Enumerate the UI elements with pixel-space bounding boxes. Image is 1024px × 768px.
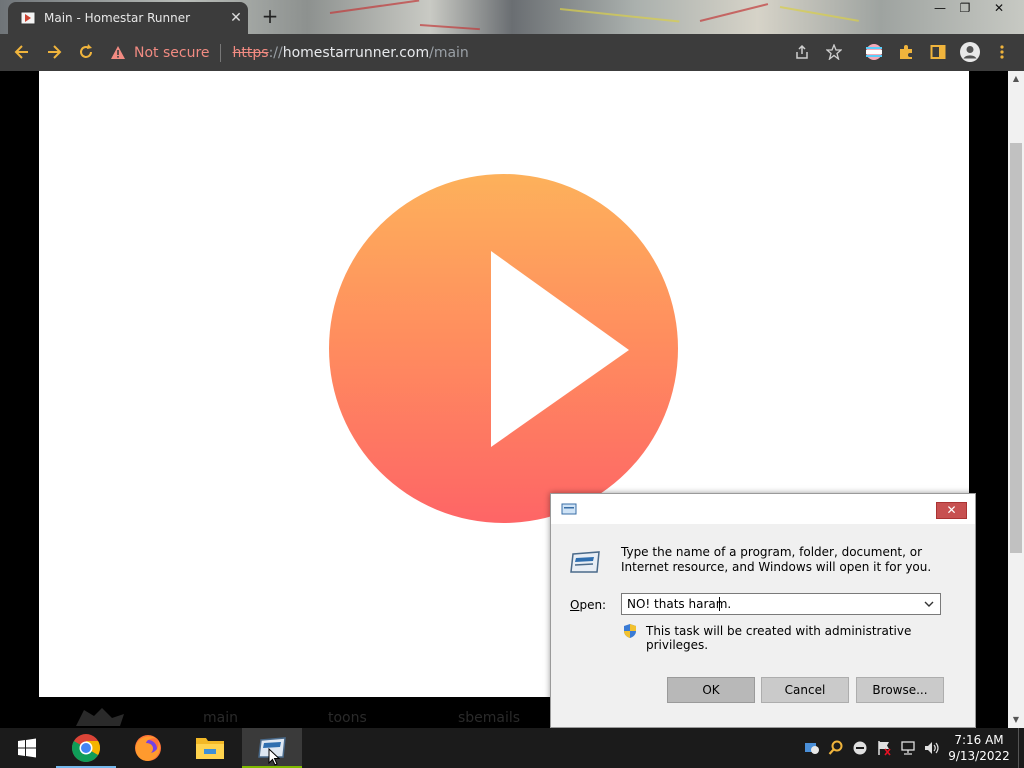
- browser-tab[interactable]: Main - Homestar Runner ✕: [8, 2, 248, 34]
- taskbar-file-explorer[interactable]: [180, 728, 240, 768]
- sidepanel-icon[interactable]: [926, 40, 950, 64]
- url-path: /main: [429, 44, 469, 61]
- url-protocol: https: [232, 44, 269, 61]
- tray-flag-icon[interactable]: [876, 740, 892, 756]
- open-label-rest: pen:: [579, 598, 607, 612]
- windows-logo-icon: [18, 738, 36, 758]
- tray-network-icon[interactable]: [900, 740, 916, 756]
- menu-icon[interactable]: [990, 40, 1014, 64]
- scroll-down-icon[interactable]: ▼: [1008, 712, 1024, 728]
- not-secure-label: Not secure: [134, 44, 210, 61]
- run-dialog-close-button[interactable]: ✕: [936, 502, 967, 519]
- tab-title: Main - Homestar Runner: [44, 11, 191, 25]
- firefox-icon: [135, 735, 161, 761]
- nav-main[interactable]: main: [203, 710, 238, 726]
- taskbar-firefox[interactable]: [118, 728, 178, 768]
- run-app-icon: [561, 503, 577, 515]
- taskbar-clock[interactable]: 7:16 AM 9/13/2022: [946, 732, 1012, 764]
- taskbar-run[interactable]: [242, 728, 302, 768]
- run-dialog: ✕ Type the name of a program, folder, do…: [550, 493, 976, 728]
- warning-icon: [111, 46, 125, 59]
- open-combobox[interactable]: [621, 593, 941, 615]
- omnibox-divider: [219, 43, 221, 62]
- reload-icon[interactable]: [74, 40, 98, 64]
- cancel-button[interactable]: Cancel: [761, 677, 849, 703]
- run-program-icon: [570, 551, 600, 573]
- admin-privileges-note: This task will be created with administr…: [646, 624, 912, 652]
- chrome-icon: [72, 734, 100, 762]
- browser-toolbar: Not secure https://homestarrunner.com/ma…: [0, 34, 1024, 71]
- restore-button[interactable]: ❐: [950, 0, 980, 18]
- account-icon[interactable]: [958, 40, 982, 64]
- text-caret: [719, 597, 720, 611]
- scroll-up-icon[interactable]: ▲: [1008, 71, 1024, 87]
- profile-flag-icon[interactable]: [862, 40, 886, 64]
- extensions-icon[interactable]: [894, 40, 918, 64]
- uac-shield-icon: [624, 624, 636, 638]
- nav-sbemails[interactable]: sbemails: [458, 710, 520, 726]
- browser-tab-strip: Main - Homestar Runner ✕ + — ❐ ✕: [0, 0, 1024, 34]
- ok-button[interactable]: OK: [667, 677, 755, 703]
- browse-button[interactable]: Browse...: [856, 677, 944, 703]
- tray-network-user-icon[interactable]: [804, 740, 820, 756]
- run-description: Type the name of a program, folder, docu…: [621, 545, 932, 574]
- tray-search-icon[interactable]: [828, 740, 844, 756]
- run-dialog-titlebar[interactable]: ✕: [551, 494, 975, 524]
- clock-date: 9/13/2022: [948, 749, 1010, 763]
- clock-time: 7:16 AM: [954, 733, 1004, 747]
- homestar-logo-icon[interactable]: [72, 706, 128, 728]
- url-host: homestarrunner.com: [282, 44, 430, 61]
- scrollbar-thumb[interactable]: [1010, 143, 1022, 553]
- taskbar: 7:16 AM 9/13/2022: [0, 728, 1024, 768]
- tray-volume-icon[interactable]: [924, 740, 940, 756]
- window-close-button[interactable]: ✕: [984, 0, 1014, 18]
- new-tab-button[interactable]: +: [258, 4, 282, 28]
- mouse-cursor-icon: [268, 748, 280, 766]
- star-icon[interactable]: [822, 40, 846, 64]
- tab-close-icon[interactable]: ✕: [224, 10, 248, 26]
- security-indicator[interactable]: Not secure: [110, 45, 210, 61]
- play-icon: [491, 251, 629, 447]
- taskbar-chrome[interactable]: [56, 728, 116, 768]
- address-bar[interactable]: Not secure https://homestarrunner.com/ma…: [110, 38, 850, 67]
- open-input[interactable]: [622, 594, 920, 614]
- homestar-favicon-icon: [20, 11, 36, 25]
- url-separator: ://: [268, 44, 283, 61]
- play-button[interactable]: [329, 174, 678, 523]
- page-scrollbar[interactable]: ▲ ▼: [1008, 71, 1024, 728]
- chevron-down-icon[interactable]: [920, 594, 938, 614]
- back-icon[interactable]: [10, 40, 34, 64]
- forward-icon[interactable]: [42, 40, 66, 64]
- share-icon[interactable]: [790, 40, 814, 64]
- nav-toons[interactable]: toons: [328, 710, 367, 726]
- tray-dnd-icon[interactable]: [852, 740, 868, 756]
- folder-icon: [196, 738, 224, 759]
- url-text[interactable]: https://homestarrunner.com/main: [233, 45, 469, 61]
- show-desktop-button[interactable]: [1018, 728, 1024, 768]
- open-label: Open:: [570, 598, 606, 612]
- start-button[interactable]: [0, 728, 54, 768]
